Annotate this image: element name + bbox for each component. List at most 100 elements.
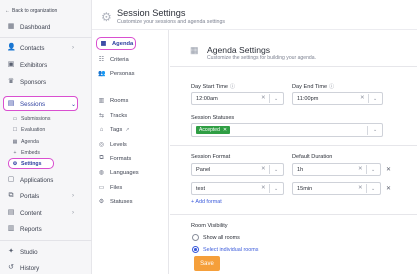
field-separator [367, 126, 368, 135]
field-separator [269, 94, 270, 103]
sidebar-label: Content [20, 209, 42, 217]
subnav-item-levels[interactable]: ◎ Levels [98, 139, 127, 150]
session-format-select[interactable]: Panel ✕ ⌄ [191, 163, 284, 176]
clear-icon[interactable]: ✕ [358, 166, 363, 172]
statuses-icon: ⚙ [98, 199, 105, 205]
session-statuses-label: Session Statuses [191, 115, 235, 121]
sidebar-item-dashboard[interactable]: ▦ Dashboard [0, 20, 51, 34]
day-start-select[interactable]: 12:00am ✕ ⌄ [191, 92, 284, 105]
calendar-icon: ▦ [12, 138, 18, 145]
default-duration-select[interactable]: 1h ✕ ⌄ [292, 163, 381, 176]
sessions-icon: ▤ [7, 100, 15, 107]
chevron-down-icon[interactable]: ⌄ [274, 167, 278, 173]
day-end-select[interactable]: 11:00pm ✕ ⌄ [292, 92, 383, 105]
divider [0, 37, 92, 38]
default-duration-label: Default Duration [292, 154, 333, 160]
duration-value: 15min [297, 185, 313, 192]
sidebar-label: Sponsors [20, 78, 47, 86]
subnav-item-criteria[interactable]: ☷ Criteria [98, 54, 129, 65]
subnav-item-languages[interactable]: ◍ Languages [98, 167, 139, 178]
applications-icon: ▢ [7, 176, 15, 183]
sidebar-sub-settings[interactable]: ⚙ Settings [12, 159, 42, 168]
levels-icon: ◎ [98, 142, 105, 148]
sidebar-item-contacts[interactable]: 👤 Contacts › [0, 41, 74, 55]
field-separator [366, 184, 367, 193]
subnav-item-rooms[interactable]: ▥ Rooms [98, 95, 129, 106]
subnav-item-agenda[interactable]: ▦ Agenda [100, 38, 134, 49]
chevron-down-icon[interactable]: ⌄ [274, 96, 278, 102]
sidebar-label: Exhibitors [20, 61, 48, 69]
chevron-right-icon: › [72, 193, 74, 199]
reports-icon: ▥ [7, 225, 15, 232]
criteria-icon: ☷ [98, 57, 105, 63]
subnav-item-files[interactable]: ▭ Files [98, 182, 123, 193]
submissions-icon: ▭ [12, 115, 18, 122]
select-individual-rooms-label: Select individual rooms [203, 247, 259, 253]
sidebar-sub-label: Agenda [21, 138, 39, 145]
select-individual-rooms-radio[interactable] [192, 246, 199, 253]
back-to-organization-link[interactable]: ← Back to organization [5, 4, 57, 18]
chevron-down-icon[interactable]: ⌄ [373, 127, 377, 133]
remove-tag-icon[interactable]: ✕ [223, 127, 227, 133]
remove-format-icon[interactable]: ✕ [386, 166, 391, 173]
save-button[interactable]: Save [194, 256, 220, 271]
sidebar-item-applications[interactable]: ▢ Applications [0, 173, 54, 187]
subnav-item-personas[interactable]: 👥 Personas [98, 68, 135, 79]
session-format-select[interactable]: test ✕ ⌄ [191, 182, 284, 195]
embed-icon: + [13, 149, 17, 156]
subnav-label: Personas [110, 70, 135, 77]
session-statuses-select[interactable]: Accepted ✕ ⌄ [191, 123, 383, 137]
studio-icon: ✦ [8, 248, 14, 255]
default-duration-select[interactable]: 15min ✕ ⌄ [292, 182, 381, 195]
clear-icon[interactable]: ✕ [360, 95, 365, 101]
sidebar-sub-label: Settings [21, 160, 42, 167]
personas-icon: 👥 [98, 71, 106, 77]
show-all-rooms-radio[interactable] [192, 234, 199, 241]
chevron-down-icon[interactable]: ⌄ [274, 186, 278, 192]
subnav-item-statuses[interactable]: ⚙ Statuses [98, 196, 133, 207]
sidebar-sub-submissions[interactable]: ▭ Submissions [12, 114, 51, 123]
sidebar-item-portals[interactable]: ⧉ Portals › [0, 189, 75, 203]
clear-icon[interactable]: ✕ [261, 95, 266, 101]
sponsors-icon: ♛ [7, 78, 15, 85]
sidebar-sub-agenda[interactable]: ▦ Agenda [12, 137, 39, 146]
subnav-item-tracks[interactable]: ⇆ Tracks [98, 110, 127, 121]
clear-icon[interactable]: ✕ [261, 185, 266, 191]
sidebar-sub-evaluation[interactable]: ☐ Evaluation [12, 125, 45, 134]
chevron-down-icon[interactable]: ⌄ [371, 167, 375, 173]
sidebar-item-studio[interactable]: ✦ Studio [0, 245, 38, 259]
sidebar-item-sessions[interactable]: ▤ Sessions ⌄ [0, 97, 76, 111]
subnav-label: Criteria [110, 56, 129, 63]
dashboard-icon: ▦ [7, 23, 15, 30]
day-start-label: Day Start Time ⓘ [191, 83, 235, 90]
field-separator [368, 94, 369, 103]
chevron-right-icon: › [72, 45, 74, 51]
sidebar-item-history[interactable]: ↺ History [0, 261, 39, 274]
sidebar-sub-embeds[interactable]: + Embeds [12, 148, 41, 157]
chevron-down-icon[interactable]: ⌄ [371, 186, 375, 192]
chevron-right-icon: › [72, 210, 74, 216]
remove-format-icon[interactable]: ✕ [386, 185, 391, 192]
subnav-label: Levels [110, 141, 127, 148]
sidebar-item-reports[interactable]: ▥ Reports [0, 222, 42, 236]
clear-icon[interactable]: ✕ [358, 185, 363, 191]
sidebar-label: Studio [20, 248, 38, 256]
divider [170, 145, 417, 146]
subnav-item-tags[interactable]: ⌂ Tags ↗ [98, 124, 130, 135]
subnav-item-formats[interactable]: ⧉ Formats [98, 153, 131, 164]
chevron-down-icon[interactable]: ⌄ [373, 96, 377, 102]
tag-icon: ⌂ [99, 126, 104, 133]
subnav-label: Files [110, 184, 123, 191]
sidebar-item-content[interactable]: ▤ Content › [0, 206, 74, 220]
section-subtitle: Customize the settings for building your… [207, 55, 317, 61]
clear-icon[interactable]: ✕ [261, 166, 266, 172]
sidebar-label: Reports [20, 225, 42, 233]
evaluation-icon: ☐ [12, 126, 18, 133]
divider [170, 214, 417, 215]
add-format-link[interactable]: + Add format [191, 199, 222, 205]
info-icon: ⓘ [329, 84, 335, 90]
day-end-value: 11:00pm [297, 95, 319, 102]
sidebar-item-exhibitors[interactable]: ▣ Exhibitors [0, 58, 47, 72]
sidebar-item-sponsors[interactable]: ♛ Sponsors [0, 75, 46, 89]
subnav-label: Tracks [110, 112, 128, 119]
